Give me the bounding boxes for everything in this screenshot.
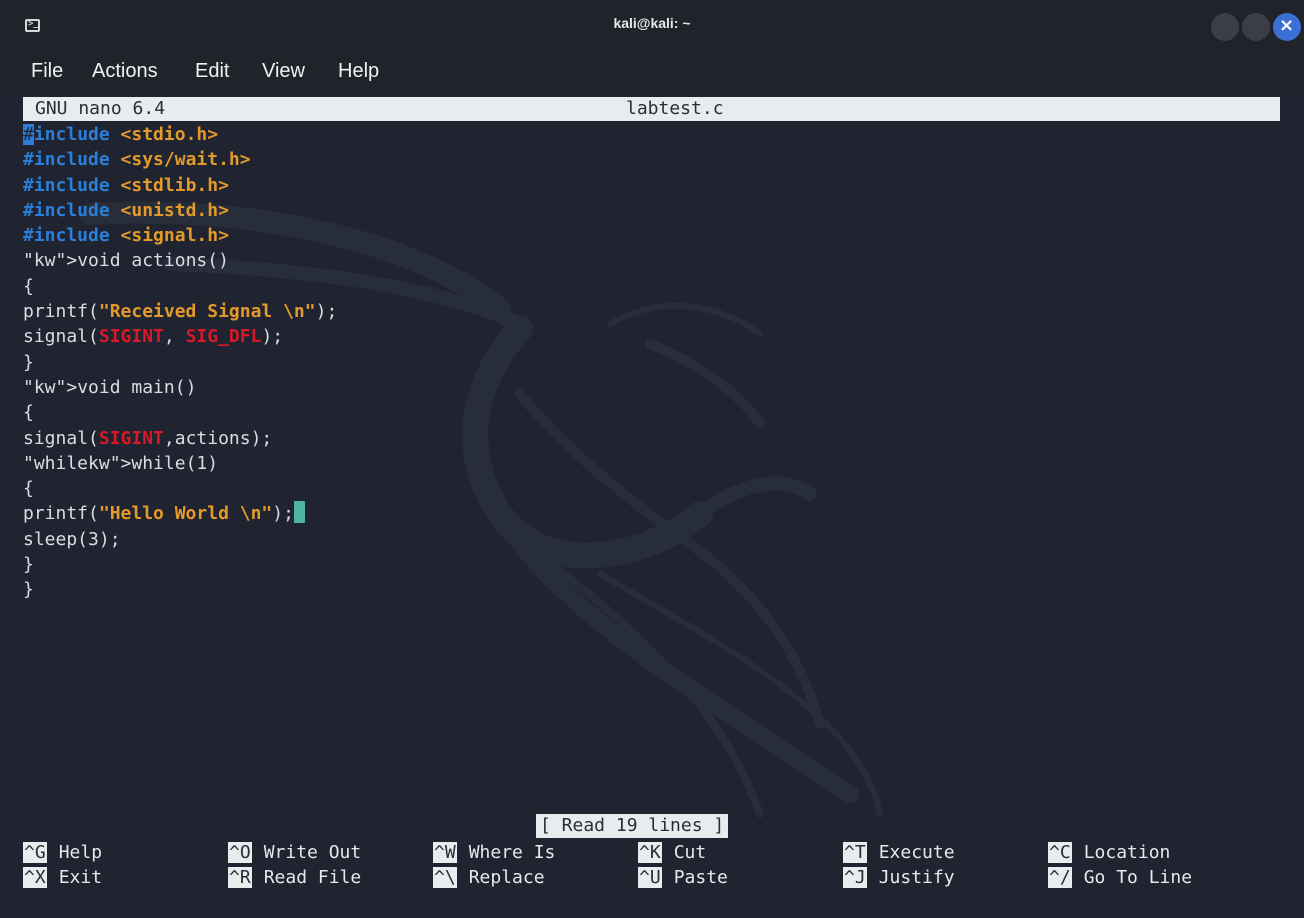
menu-file[interactable]: File [31, 60, 63, 83]
shortcut-help[interactable]: ^G Help [23, 842, 102, 863]
close-icon: × [1279, 15, 1295, 36]
code-line[interactable]: #include <stdio.h> [23, 122, 337, 147]
shortcut-label: Help [58, 842, 103, 863]
shortcut-replace[interactable]: ^\ Replace [433, 867, 545, 888]
shortcut-paste[interactable]: ^U Paste [638, 867, 728, 888]
shortcut-label: Write Out [263, 842, 362, 863]
shortcut-where-is[interactable]: ^W Where Is [433, 842, 555, 863]
shortcut-label: Execute [878, 842, 955, 863]
shortcut-label: Where Is [468, 842, 556, 863]
code-line[interactable]: #include <sys/wait.h> [23, 147, 337, 172]
code-line[interactable]: #include <unistd.h> [23, 198, 337, 223]
code-line[interactable]: { [23, 274, 337, 299]
code-line[interactable]: } [23, 552, 337, 577]
shortcut-key: ^T [843, 842, 867, 863]
code-line[interactable]: #include <stdlib.h> [23, 173, 337, 198]
shortcut-key: ^\ [433, 867, 457, 888]
shortcut-write-out[interactable]: ^O Write Out [228, 842, 361, 863]
shortcut-justify[interactable]: ^J Justify [843, 867, 955, 888]
shortcut-label: Paste [673, 867, 728, 888]
shortcut-key: ^J [843, 867, 867, 888]
code-line[interactable]: signal(SIGINT, SIG_DFL); [23, 324, 337, 349]
nano-version: GNU nano 6.4 [35, 98, 166, 119]
shortcut-key: ^U [638, 867, 662, 888]
code-line[interactable]: printf("Received Signal \n"); [23, 299, 337, 324]
shortcut-key: ^W [433, 842, 457, 863]
code-line[interactable]: signal(SIGINT,actions); [23, 426, 337, 451]
code-line[interactable]: { [23, 400, 337, 425]
code-line[interactable]: "kw">void main() [23, 375, 337, 400]
shortcut-label: Exit [58, 867, 103, 888]
minimize-button[interactable] [1211, 13, 1239, 41]
code-line[interactable]: } [23, 350, 337, 375]
code-line[interactable]: sleep(3); [23, 527, 337, 552]
menu-actions[interactable]: Actions [92, 60, 158, 83]
shortcut-go-to-line[interactable]: ^/ Go To Line [1048, 867, 1192, 888]
shortcut-key: ^R [228, 867, 252, 888]
close-button[interactable]: × [1273, 13, 1301, 41]
terminal-window: >_ kali@kali: ~ × File Actions Edit View… [0, 0, 1304, 918]
status-message: [ Read 19 lines ] [536, 814, 729, 838]
shortcut-key: ^G [23, 842, 47, 863]
shortcut-execute[interactable]: ^T Execute [843, 842, 955, 863]
shortcut-key: ^C [1048, 842, 1072, 863]
code-line[interactable]: } [23, 577, 337, 602]
shortcut-read-file[interactable]: ^R Read File [228, 867, 361, 888]
shortcut-key: ^/ [1048, 867, 1072, 888]
maximize-button[interactable] [1242, 13, 1270, 41]
shortcut-exit[interactable]: ^X Exit [23, 867, 102, 888]
file-name: labtest.c [626, 98, 724, 119]
menu-view[interactable]: View [262, 60, 305, 83]
code-line[interactable]: "kw">void actions() [23, 248, 337, 273]
terminal-area[interactable]: GNU nano 6.4 labtest.c #include <stdio.h… [0, 94, 1304, 918]
shortcut-label: Location [1083, 842, 1171, 863]
code-line[interactable]: "whilekw">while(1) [23, 451, 337, 476]
shortcut-location[interactable]: ^C Location [1048, 842, 1170, 863]
window-title: kali@kali: ~ [613, 15, 691, 31]
code-editor[interactable]: #include <stdio.h> #include <sys/wait.h> #… [23, 122, 337, 603]
menu-bar: File Actions Edit View Help [0, 52, 1304, 94]
shortcut-key: ^X [23, 867, 47, 888]
shortcut-label: Go To Line [1083, 867, 1193, 888]
shortcut-cut[interactable]: ^K Cut [638, 842, 706, 863]
shortcut-label: Read File [263, 867, 362, 888]
text-cursor [293, 501, 305, 524]
shortcut-label: Cut [673, 842, 707, 863]
code-line[interactable]: #include <signal.h> [23, 223, 337, 248]
shortcut-label: Justify [878, 867, 955, 888]
menu-edit[interactable]: Edit [195, 60, 229, 83]
nano-header-bar: GNU nano 6.4 labtest.c [23, 97, 1280, 121]
code-line[interactable]: printf("Hello World \n"); [23, 501, 337, 526]
code-line[interactable]: { [23, 476, 337, 501]
shortcut-key: ^O [228, 842, 252, 863]
title-bar[interactable]: >_ kali@kali: ~ × [0, 0, 1304, 52]
menu-help[interactable]: Help [338, 60, 379, 83]
shortcut-key: ^K [638, 842, 662, 863]
shortcut-label: Replace [468, 867, 545, 888]
